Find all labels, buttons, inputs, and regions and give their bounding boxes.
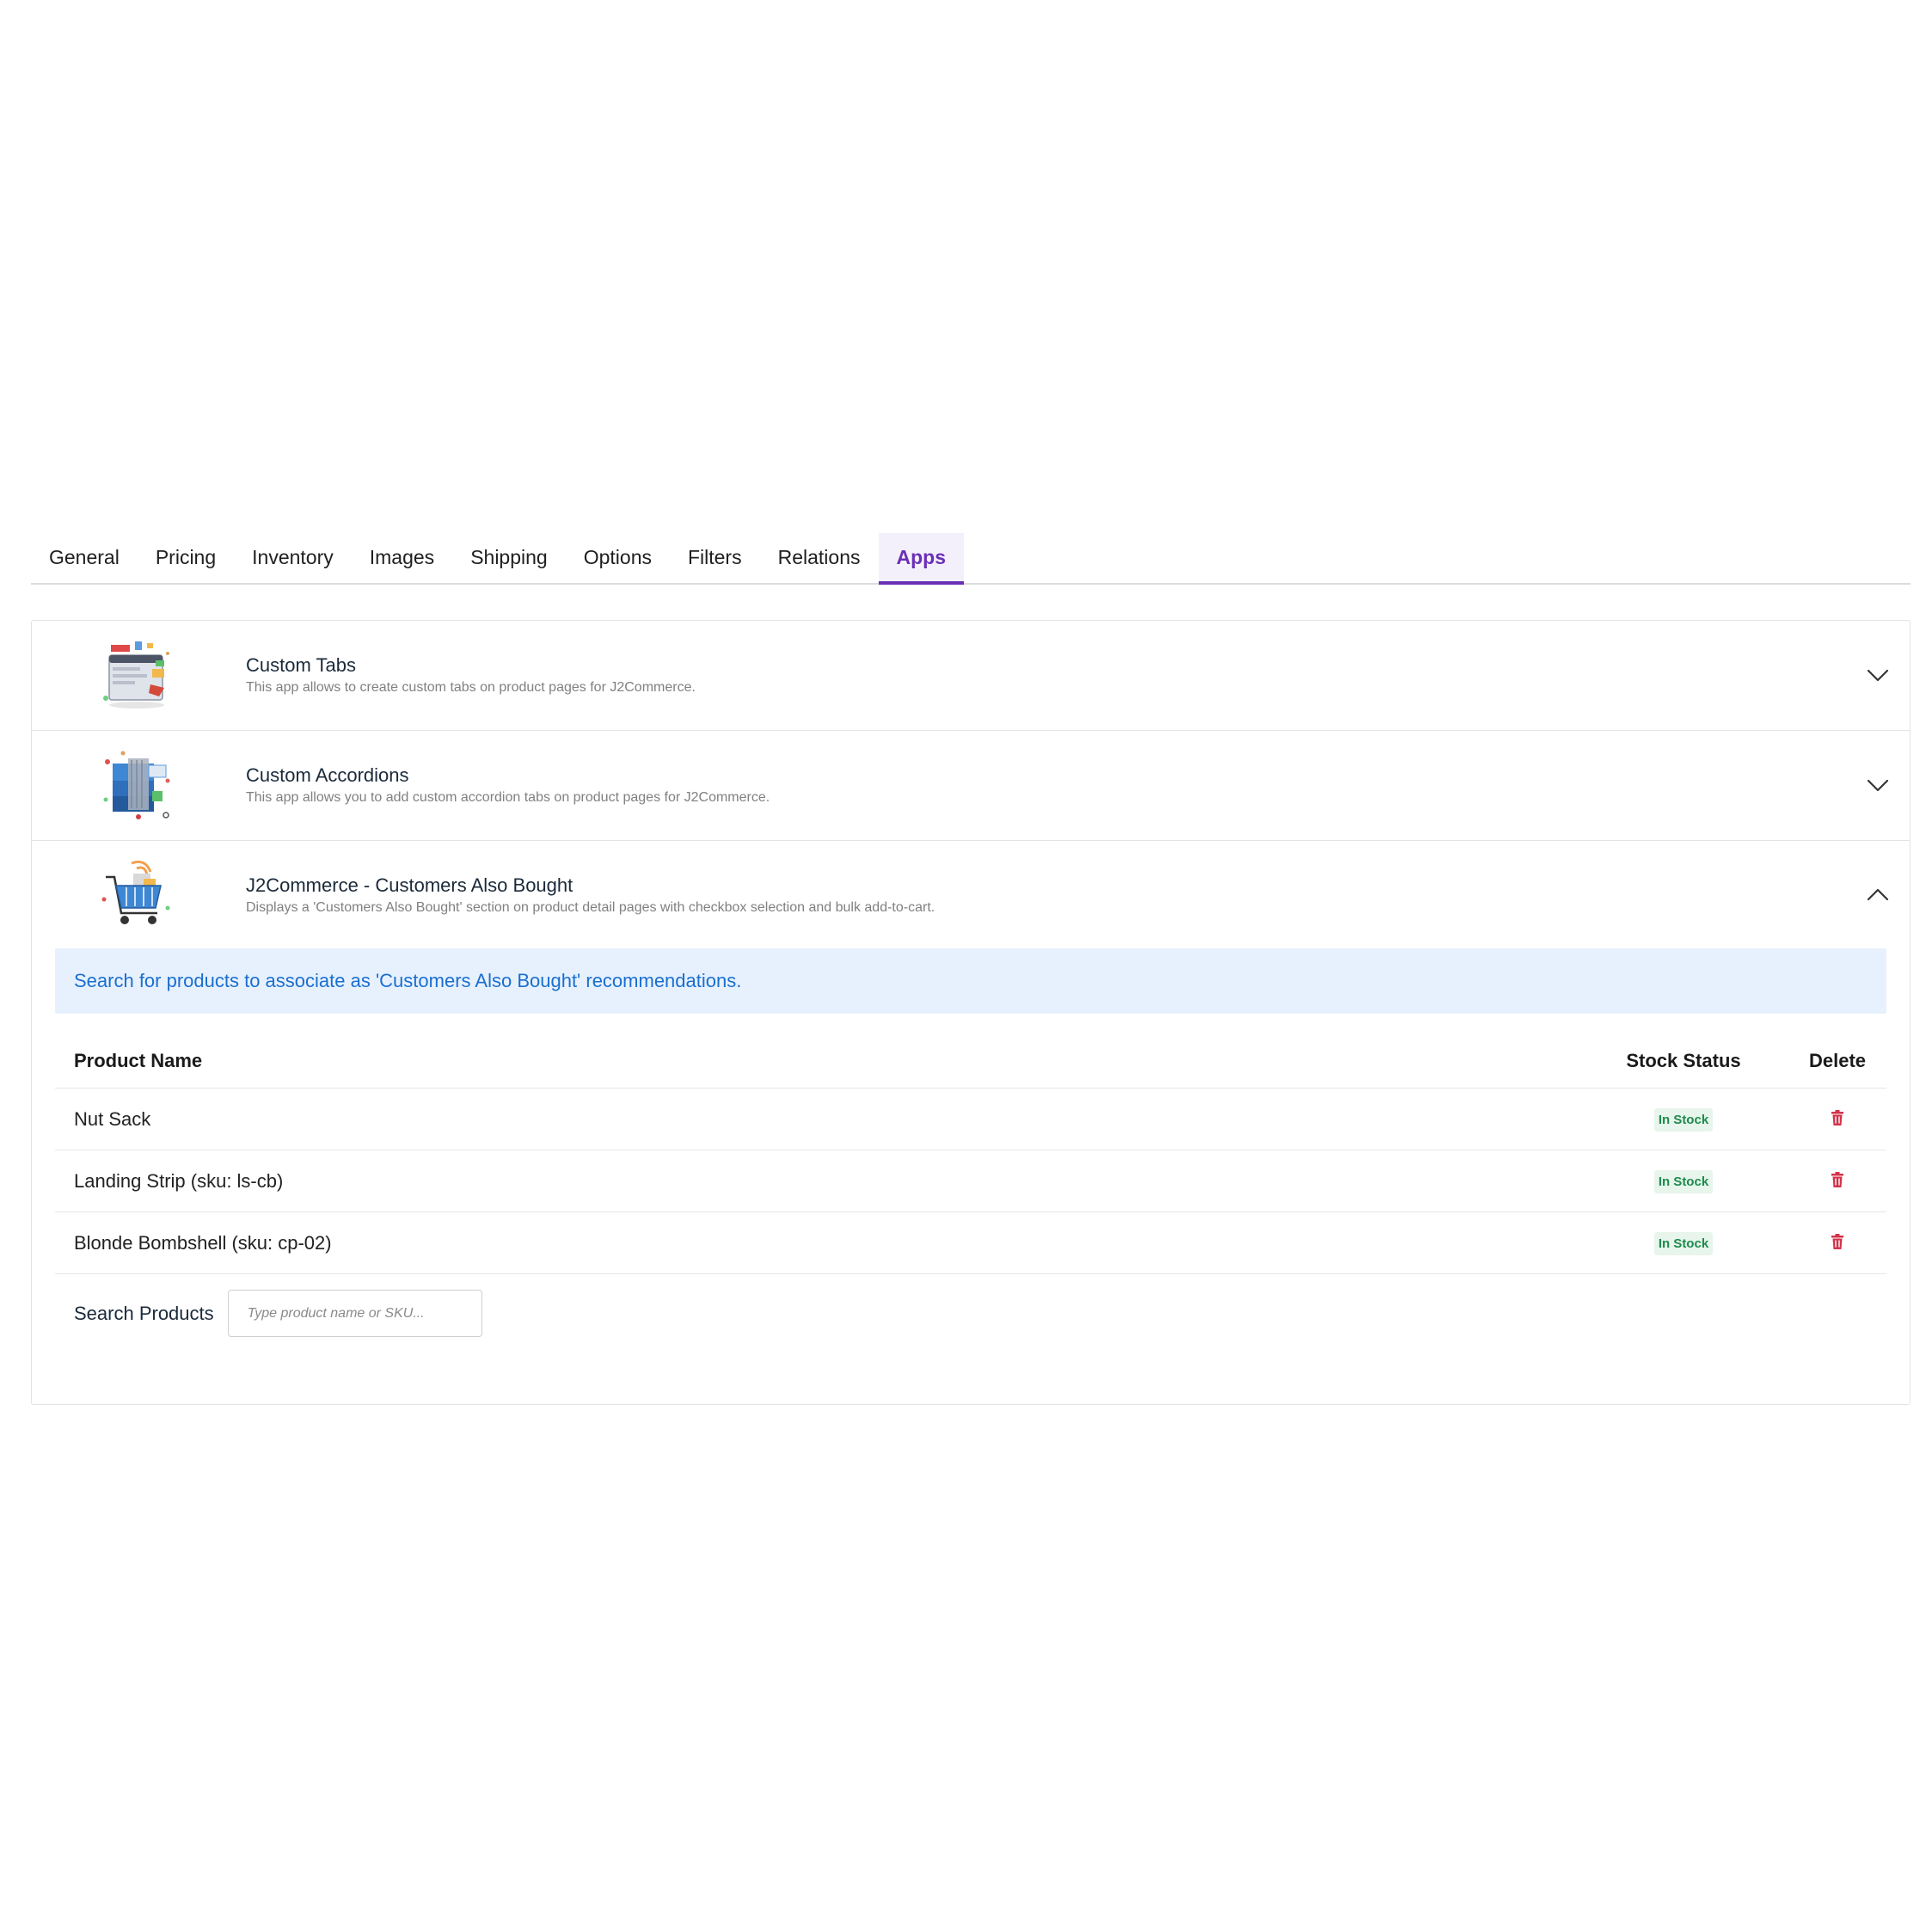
apps-accordion: Custom Tabs This app allows to create cu… bbox=[31, 620, 1911, 1405]
chevron-down-icon[interactable] bbox=[1867, 664, 1889, 686]
product-name: Blonde Bombshell (sku: cp-02) bbox=[55, 1211, 1579, 1274]
product-name: Landing Strip (sku: ls-cb) bbox=[55, 1150, 1579, 1212]
stock-cell: In Stock bbox=[1579, 1211, 1788, 1274]
app-text: Custom Accordions This app allows you to… bbox=[246, 764, 770, 807]
app-text: J2Commerce - Customers Also Bought Displ… bbox=[246, 874, 935, 917]
app-header-custom-accordions[interactable]: Custom Accordions This app allows you to… bbox=[32, 731, 1910, 841]
tab-apps[interactable]: Apps bbox=[878, 533, 964, 585]
info-alert: Search for products to associate as 'Cus… bbox=[55, 948, 1886, 1014]
app-description: This app allows you to add custom accord… bbox=[246, 790, 770, 805]
table-header-row: Product Name Stock Status Delete bbox=[55, 1034, 1886, 1089]
app-header-customers-also-bought[interactable]: J2Commerce - Customers Also Bought Displ… bbox=[32, 841, 1910, 948]
product-editor: General Pricing Inventory Images Shippin… bbox=[31, 533, 1911, 1405]
tab-relations[interactable]: Relations bbox=[760, 533, 879, 581]
app-item-customers-also-bought: J2Commerce - Customers Also Bought Displ… bbox=[32, 841, 1910, 1404]
app-item-custom-tabs: Custom Tabs This app allows to create cu… bbox=[32, 621, 1910, 731]
table-row: Nut Sack In Stock bbox=[55, 1088, 1886, 1150]
column-header-stock-status: Stock Status bbox=[1579, 1034, 1788, 1089]
tab-general[interactable]: General bbox=[31, 533, 138, 581]
delete-cell bbox=[1788, 1150, 1886, 1212]
delete-cell bbox=[1788, 1211, 1886, 1274]
app-header-custom-tabs[interactable]: Custom Tabs This app allows to create cu… bbox=[32, 621, 1910, 731]
delete-cell bbox=[1788, 1088, 1886, 1150]
tab-images[interactable]: Images bbox=[352, 533, 452, 581]
tab-inventory[interactable]: Inventory bbox=[234, 533, 352, 581]
tab-bar: General Pricing Inventory Images Shippin… bbox=[31, 533, 1911, 585]
search-label: Search Products bbox=[74, 1302, 214, 1324]
chevron-up-icon[interactable] bbox=[1867, 884, 1889, 906]
stacked-accordion-illustration-icon bbox=[103, 751, 170, 819]
related-products-table: Product Name Stock Status Delete Nut Sac… bbox=[55, 1034, 1886, 1274]
tab-shipping[interactable]: Shipping bbox=[452, 533, 566, 581]
chevron-down-icon[interactable] bbox=[1867, 774, 1889, 796]
app-title: Custom Tabs bbox=[246, 654, 356, 676]
app-text: Custom Tabs This app allows to create cu… bbox=[246, 653, 696, 696]
app-item-custom-accordions: Custom Accordions This app allows you to… bbox=[32, 731, 1910, 841]
browser-tabs-illustration-icon bbox=[103, 641, 169, 708]
status-badge: In Stock bbox=[1653, 1232, 1714, 1255]
product-name: Nut Sack bbox=[55, 1088, 1579, 1150]
tab-options[interactable]: Options bbox=[566, 533, 670, 581]
column-header-delete: Delete bbox=[1788, 1034, 1886, 1089]
trash-icon[interactable] bbox=[1831, 1233, 1844, 1249]
search-input[interactable] bbox=[227, 1290, 482, 1337]
tab-filters[interactable]: Filters bbox=[670, 533, 760, 581]
app-title: J2Commerce - Customers Also Bought bbox=[246, 874, 573, 896]
trash-icon[interactable] bbox=[1831, 1171, 1844, 1187]
shopping-cart-illustration-icon bbox=[101, 860, 170, 924]
stock-cell: In Stock bbox=[1579, 1150, 1788, 1212]
status-badge: In Stock bbox=[1653, 1108, 1714, 1132]
column-header-product-name: Product Name bbox=[55, 1034, 1579, 1089]
app-title: Custom Accordions bbox=[246, 764, 409, 786]
app-description: Displays a 'Customers Also Bought' secti… bbox=[246, 900, 935, 915]
table-row: Landing Strip (sku: ls-cb) In Stock bbox=[55, 1150, 1886, 1212]
table-row: Blonde Bombshell (sku: cp-02) In Stock bbox=[55, 1211, 1886, 1274]
stock-cell: In Stock bbox=[1579, 1088, 1788, 1150]
tab-pricing[interactable]: Pricing bbox=[138, 533, 234, 581]
trash-icon[interactable] bbox=[1831, 1109, 1844, 1125]
product-search: Search Products bbox=[55, 1290, 1886, 1337]
customers-also-bought-panel: Search for products to associate as 'Cus… bbox=[32, 948, 1910, 1404]
status-badge: In Stock bbox=[1653, 1170, 1714, 1193]
app-description: This app allows to create custom tabs on… bbox=[246, 680, 696, 695]
